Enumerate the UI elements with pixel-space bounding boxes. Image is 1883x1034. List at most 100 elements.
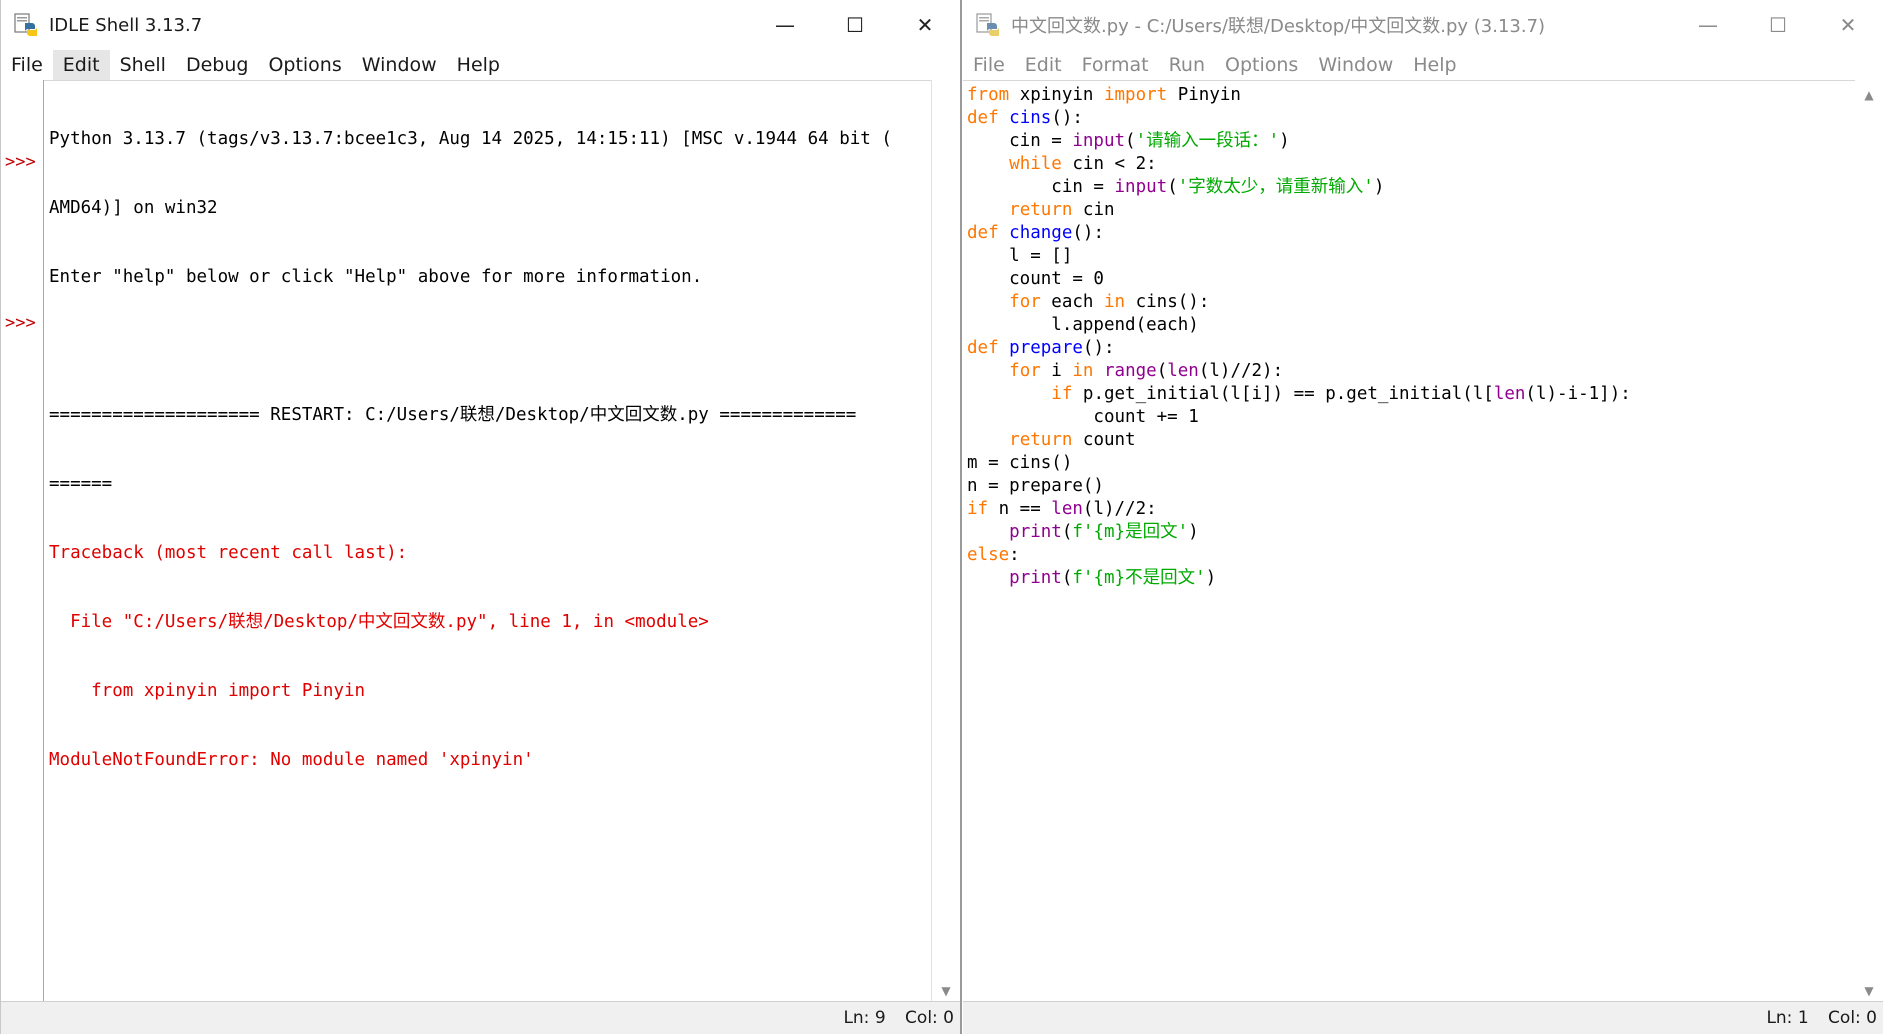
menu-help[interactable]: Help (1403, 50, 1466, 80)
python-app-icon (13, 12, 39, 38)
shell-close-button[interactable]: ✕ (890, 0, 960, 50)
traceback-line: Traceback (most recent call last): (49, 543, 408, 563)
code-line: cin = input('字数太少，请重新输入') (967, 176, 1853, 199)
code-token: from (967, 85, 1010, 105)
shell-line: Enter "help" below or click "Help" above… (49, 267, 703, 287)
shell-maximize-button[interactable]: ☐ (820, 0, 890, 50)
code-token: l.append(each) (967, 315, 1199, 335)
code-token: f'{m}不是回文' (1072, 568, 1206, 588)
menu-edit[interactable]: Edit (52, 50, 110, 80)
code-token: n == (988, 499, 1052, 519)
menu-window[interactable]: Window (352, 50, 447, 80)
code-line: l = [] (967, 245, 1853, 268)
shell-menu-bar: File Edit Shell Debug Options Window Hel… (1, 50, 960, 80)
code-line: else: (967, 544, 1853, 567)
shell-window-title: IDLE Shell 3.13.7 (49, 14, 203, 36)
shell-title-bar[interactable]: IDLE Shell 3.13.7 — ☐ ✕ (1, 0, 960, 50)
code-editor[interactable]: from xpinyin import Pinyin def cins(): ci… (967, 84, 1853, 1002)
menu-file[interactable]: File (963, 50, 1015, 80)
shell-body: >>> >>> Python 3.13.7 (tags/v3.13.7:bcee… (1, 80, 960, 1002)
editor-menu-bar: File Edit Format Run Options Window Help (963, 50, 1883, 80)
code-line: count = 0 (967, 268, 1853, 291)
code-token: return (1009, 200, 1073, 220)
code-token: (l)//2: (1082, 499, 1157, 519)
code-token: l = [] (967, 246, 1073, 266)
menu-options[interactable]: Options (258, 50, 351, 80)
code-line: return count (967, 429, 1853, 452)
minimize-icon: — (775, 13, 795, 37)
shell-output-text[interactable]: Python 3.13.7 (tags/v3.13.7:bcee1c3, Aug… (49, 82, 932, 1002)
menu-format[interactable]: Format (1072, 50, 1159, 80)
code-token: xpinyin (1009, 85, 1104, 105)
code-token: for (1009, 361, 1041, 381)
code-token: : (1009, 545, 1020, 565)
idle-shell-window[interactable]: IDLE Shell 3.13.7 — ☐ ✕ File Edit Shell … (0, 0, 962, 1034)
code-line: cin = input('请输入一段话：') (967, 130, 1853, 153)
code-line: from xpinyin import Pinyin (967, 84, 1853, 107)
code-line: return cin (967, 199, 1853, 222)
menu-help[interactable]: Help (447, 50, 510, 80)
code-line: print(f'{m}不是回文') (967, 567, 1853, 590)
menu-edit[interactable]: Edit (1015, 50, 1072, 80)
scroll-down-icon[interactable]: ▼ (1855, 984, 1883, 998)
editor-title-bar[interactable]: 中文回文数.py - C:/Users/联想/Desktop/中文回文数.py … (963, 0, 1883, 50)
error-message: ModuleNotFoundError: No module named 'xp… (49, 750, 534, 770)
menu-window[interactable]: Window (1308, 50, 1403, 80)
code-token: def (967, 223, 999, 243)
shell-minimize-button[interactable]: — (750, 0, 820, 50)
code-token: else (967, 545, 1010, 565)
code-token: print (1009, 522, 1062, 542)
code-token: (): (1051, 108, 1083, 128)
code-token: n = prepare() (967, 476, 1104, 496)
code-token: count = 0 (967, 269, 1104, 289)
close-icon: ✕ (916, 13, 934, 37)
menu-options[interactable]: Options (1215, 50, 1308, 80)
code-token: in (1103, 292, 1126, 312)
line-number: Ln: 1 (1766, 1008, 1809, 1028)
editor-maximize-button[interactable]: ☐ (1743, 0, 1813, 50)
editor-close-button[interactable]: ✕ (1813, 0, 1883, 50)
shell-prompt-gutter: >>> >>> (1, 80, 44, 1002)
code-token: ( (1125, 131, 1136, 151)
scroll-down-icon[interactable]: ▼ (932, 984, 960, 998)
menu-file[interactable]: File (1, 50, 53, 80)
shell-line: Python 3.13.7 (tags/v3.13.7:bcee1c3, Aug… (49, 129, 892, 149)
code-line: if n == len(l)//2: (967, 498, 1853, 521)
code-token: in (1072, 361, 1094, 381)
close-icon: ✕ (1839, 13, 1857, 37)
code-line: def change(): (967, 222, 1853, 245)
code-token: '请输入一段话：' (1135, 131, 1280, 151)
shell-restart-line: ====== (49, 474, 113, 494)
menu-shell[interactable]: Shell (110, 50, 176, 80)
scroll-up-icon[interactable]: ▲ (1855, 88, 1883, 102)
code-token: p.get_initial(l[i]) == p.get_initial(l[ (1072, 384, 1494, 404)
code-line: def prepare(): (967, 337, 1853, 360)
code-token: cins (1009, 108, 1052, 128)
code-token: cin (1072, 200, 1115, 220)
shell-restart-line: ==================== RESTART: C:/Users/联… (49, 405, 857, 425)
menu-run[interactable]: Run (1159, 50, 1215, 80)
code-token: cin = (967, 131, 1073, 151)
menu-debug[interactable]: Debug (176, 50, 258, 80)
code-token: ) (1373, 177, 1385, 197)
shell-scrollbar[interactable]: ▼ (931, 80, 960, 1002)
traceback-line: from xpinyin import Pinyin (49, 681, 366, 701)
editor-scrollbar[interactable]: ▲ ▼ (1855, 80, 1883, 1002)
code-token: prepare (1009, 338, 1083, 358)
code-token: cin = (967, 177, 1115, 197)
code-token: import (1103, 85, 1168, 105)
editor-minimize-button[interactable]: — (1673, 0, 1743, 50)
code-token: count (1072, 430, 1136, 450)
code-line: def cins(): (967, 107, 1853, 130)
traceback-line: File "C:/Users/联想/Desktop/中文回文数.py", lin… (49, 612, 709, 632)
code-line: n = prepare() (967, 475, 1853, 498)
idle-editor-window[interactable]: 中文回文数.py - C:/Users/联想/Desktop/中文回文数.py … (963, 0, 1883, 1034)
code-line: l.append(each) (967, 314, 1853, 337)
